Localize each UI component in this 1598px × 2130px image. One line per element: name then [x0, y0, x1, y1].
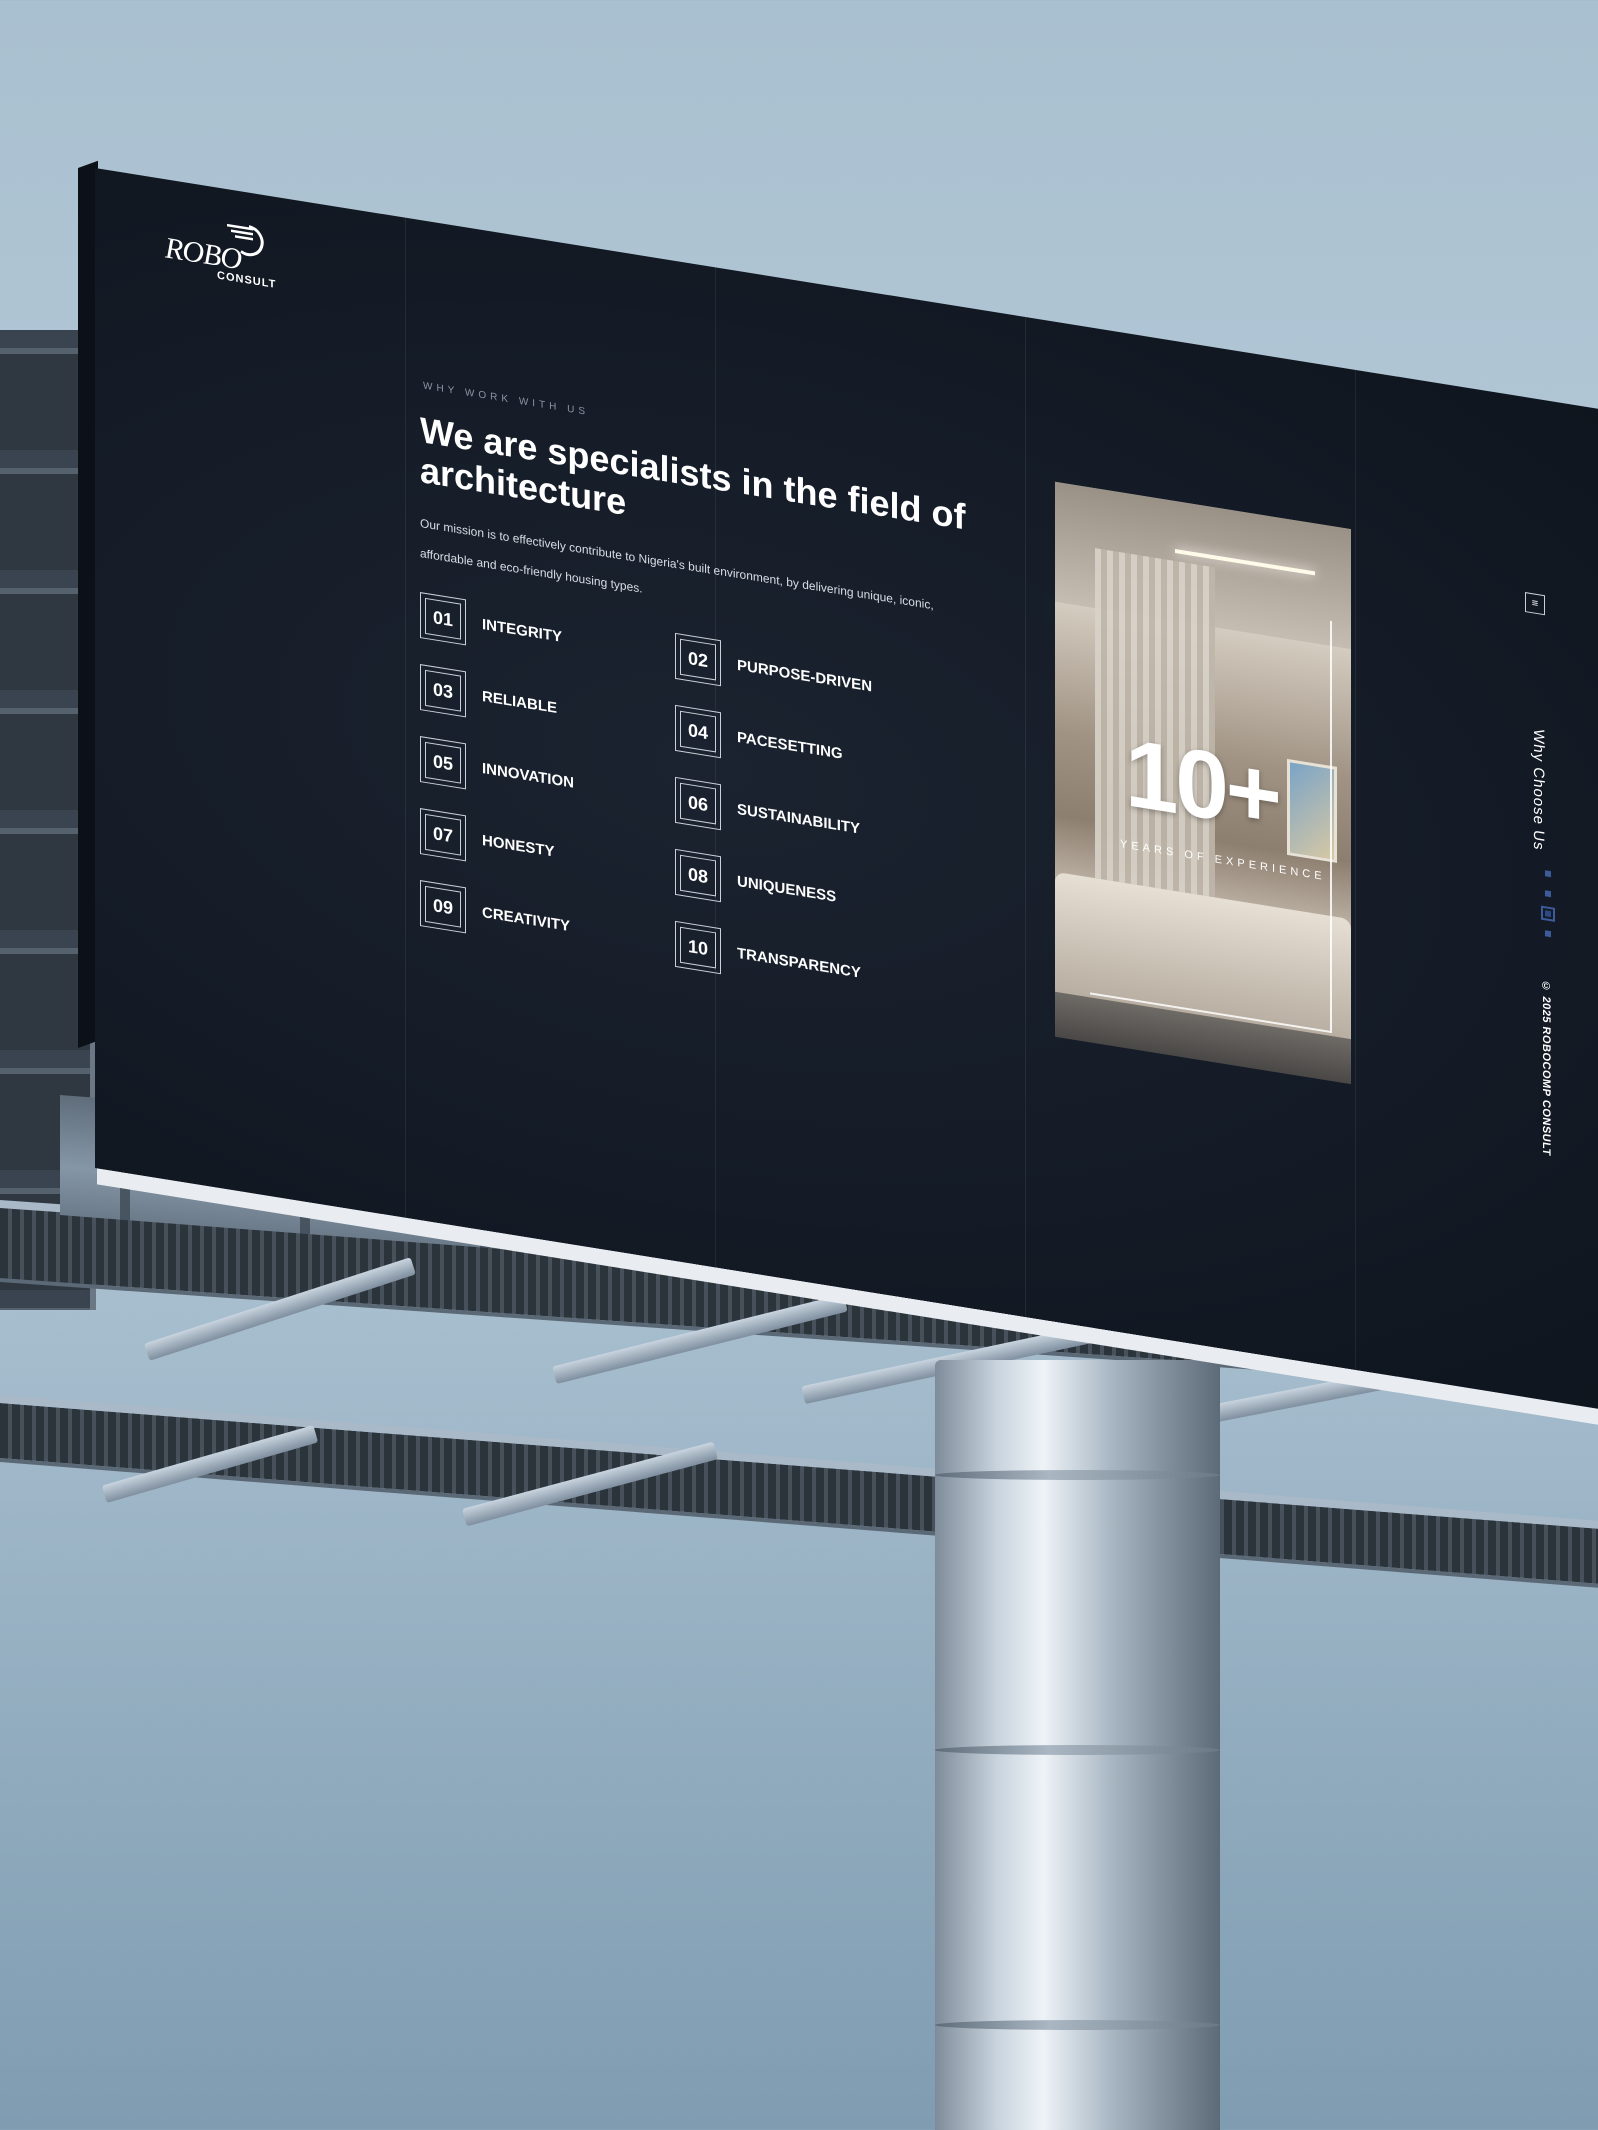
logo[interactable]: ROBO CONSULT — [165, 223, 276, 291]
value-number: 05 — [432, 751, 454, 775]
logo-wing-icon — [227, 223, 264, 257]
value-label: TRANSPARENCY — [737, 944, 861, 982]
value-label: PACESETTING — [737, 728, 843, 763]
catwalk-lower — [0, 1395, 1598, 1588]
value-number: 10 — [687, 935, 709, 960]
value-number: 02 — [687, 647, 709, 672]
value-label: RELIABLE — [482, 687, 557, 718]
value-label: HONESTY — [482, 831, 555, 861]
copyright-text: © 2025 ROBOCOMP CONSULT — [1540, 979, 1552, 1157]
value-number: 03 — [432, 679, 454, 703]
pagination-dot-active[interactable] — [1541, 905, 1555, 922]
pagination-dot[interactable] — [1545, 870, 1551, 878]
value-label: UNIQUENESS — [737, 872, 837, 906]
pagination-dot[interactable] — [1545, 930, 1551, 938]
value-label: CREATIVITY — [482, 903, 571, 936]
value-label: SUSTAINABILITY — [737, 800, 861, 838]
grid-line — [405, 217, 406, 1218]
logo-subtitle: CONSULT — [217, 269, 277, 292]
value-label: INNOVATION — [482, 759, 574, 792]
value-label: PURPOSE-DRIVEN — [737, 656, 873, 696]
grid-line — [1025, 316, 1026, 1318]
grid-line — [1355, 369, 1356, 1370]
pole-joint — [935, 1470, 1220, 1480]
value-label: INTEGRITY — [482, 615, 563, 646]
value-number: 06 — [687, 791, 709, 816]
interior-photo: 10+ YEARS OF EXPERIENCE — [1055, 481, 1351, 1085]
pole-joint — [935, 1745, 1220, 1755]
pagination-dot[interactable] — [1545, 890, 1551, 898]
hamburger-icon[interactable]: ≡ — [1525, 592, 1545, 616]
value-number: 09 — [432, 895, 454, 919]
value-number: 07 — [432, 823, 454, 847]
section-eyebrow: WHY WORK WITH US — [423, 380, 590, 419]
value-number: 01 — [432, 607, 454, 631]
value-number: 08 — [687, 863, 709, 888]
pole-joint — [935, 2020, 1220, 2030]
side-section-title: Why Choose Us — [1530, 727, 1547, 852]
billboard-pole — [935, 1360, 1220, 2130]
value-number: 04 — [687, 719, 709, 744]
